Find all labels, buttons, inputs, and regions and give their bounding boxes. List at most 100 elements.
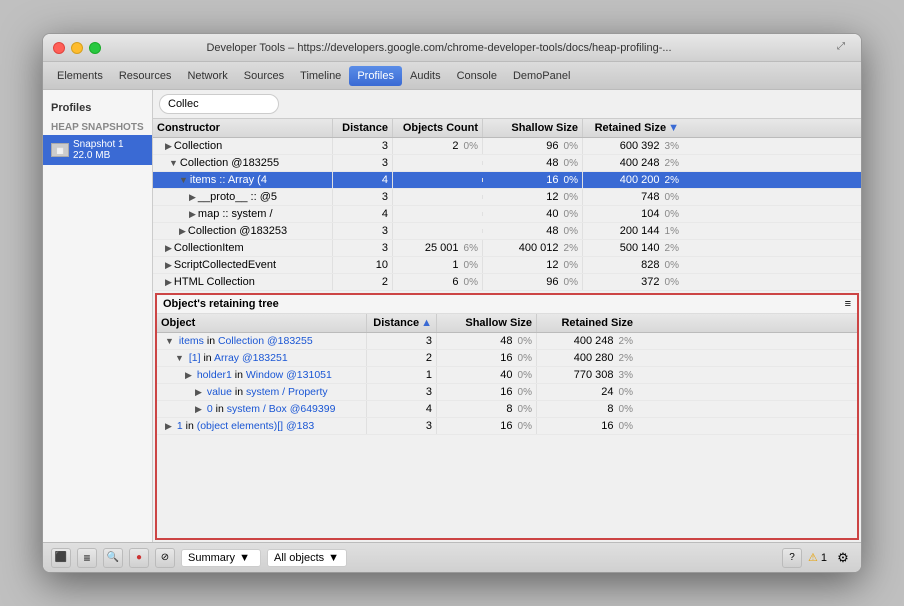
stack-button[interactable]: ≡: [77, 548, 97, 568]
row-distance: 3: [333, 223, 393, 239]
dock-button[interactable]: ⬛: [51, 548, 71, 568]
clear-button[interactable]: ⊘: [155, 548, 175, 568]
allobjects-dropdown[interactable]: All objects ▼: [267, 549, 347, 567]
row-objects: [393, 212, 483, 216]
row-retained: 828 0%: [583, 257, 683, 273]
expand-icon[interactable]: ▶: [179, 226, 186, 236]
nav-bar: Elements Resources Network Sources Timel…: [43, 62, 861, 90]
nav-demopanel[interactable]: DemoPanel: [505, 66, 578, 86]
header-retained[interactable]: Retained Size ▼: [583, 119, 683, 137]
row-objects: 6 0%: [393, 274, 483, 290]
table-row[interactable]: ▶Collection 3 2 0% 96 0% 600 392 3%: [153, 138, 861, 155]
expand-icon[interactable]: ▶: [189, 209, 196, 219]
row-constructor: ▼items :: Array (4: [153, 172, 333, 188]
expand-icon[interactable]: ⤢: [837, 41, 851, 55]
ret-row[interactable]: ▶ holder1 in Window @131051 1 40 0% 770 …: [157, 367, 857, 384]
clear-icon: ⊘: [161, 552, 169, 563]
expand-icon[interactable]: ▶: [165, 141, 172, 151]
ret-header-distance[interactable]: Distance ▲: [367, 314, 437, 332]
nav-resources[interactable]: Resources: [111, 66, 180, 86]
search-icon: 🔍: [107, 552, 119, 563]
row-constructor: ▶Collection @183253: [153, 223, 333, 239]
ret-cell-object: ▶ value in system / Property: [157, 384, 367, 400]
record-icon: ●: [136, 552, 142, 563]
row-retained: 400 248 2%: [583, 155, 683, 171]
ret-row[interactable]: ▶ 0 in system / Box @649399 4 8 0% 8 0%: [157, 401, 857, 418]
table-row[interactable]: ▶ScriptCollectedEvent 10 1 0% 12 0% 828 …: [153, 257, 861, 274]
row-shallow: 96 0%: [483, 138, 583, 154]
retaining-tree-menu[interactable]: ≡: [845, 298, 851, 310]
expand-icon[interactable]: ▼: [169, 158, 178, 168]
nav-audits[interactable]: Audits: [402, 66, 449, 86]
row-retained: 600 392 3%: [583, 138, 683, 154]
row-retained: 748 0%: [583, 189, 683, 205]
row-objects: [393, 195, 483, 199]
search-input[interactable]: [159, 94, 279, 114]
retaining-tree-header: Object's retaining tree ≡: [157, 295, 857, 314]
row-distance: 3: [333, 138, 393, 154]
table-row[interactable]: ▶Collection @183253 3 48 0% 200 144 1%: [153, 223, 861, 240]
summary-arrow: ▼: [239, 552, 250, 564]
ret-row[interactable]: ▼ [1] in Array @183251 2 16 0% 400 280 2…: [157, 350, 857, 367]
sidebar-item-snapshot1[interactable]: ▦ Snapshot 1 22.0 MB: [43, 135, 152, 165]
expand-icon[interactable]: ▶: [165, 277, 172, 287]
snapshot-icon: ▦: [51, 143, 69, 157]
table-row[interactable]: ▶map :: system / 4 40 0% 104 0%: [153, 206, 861, 223]
snapshot-label: Snapshot 1: [73, 139, 124, 150]
expand-icon[interactable]: ▶: [165, 243, 172, 253]
nav-sources[interactable]: Sources: [236, 66, 292, 86]
header-constructor: Constructor: [153, 119, 333, 137]
row-retained: 104 0%: [583, 206, 683, 222]
header-shallow[interactable]: Shallow Size: [483, 119, 583, 137]
help-button[interactable]: ?: [782, 548, 802, 568]
nav-elements[interactable]: Elements: [49, 66, 111, 86]
retaining-table-header: Object Distance ▲ Shallow Size Retained …: [157, 314, 857, 333]
summary-dropdown[interactable]: Summary ▼: [181, 549, 261, 567]
stack-icon: ≡: [83, 551, 90, 565]
expand-icon[interactable]: ▼: [179, 175, 188, 185]
summary-label: Summary: [188, 552, 235, 564]
ret-header-object: Object: [157, 314, 367, 332]
allobjects-arrow: ▼: [328, 552, 339, 564]
row-distance: 4: [333, 172, 393, 188]
header-distance[interactable]: Distance: [333, 119, 393, 137]
nav-timeline[interactable]: Timeline: [292, 66, 349, 86]
table-row[interactable]: ▶HTML Collection 2 6 0% 96 0% 372 0%: [153, 274, 861, 291]
ret-cell-object: ▼ [1] in Array @183251: [157, 350, 367, 366]
nav-console[interactable]: Console: [449, 66, 505, 86]
settings-button[interactable]: ⚙: [833, 548, 853, 568]
record-button[interactable]: ●: [129, 548, 149, 568]
ret-row[interactable]: ▼ items in Collection @183255 3 48 0% 40…: [157, 333, 857, 350]
search-button[interactable]: 🔍: [103, 548, 123, 568]
row-retained: 200 144 1%: [583, 223, 683, 239]
ret-row[interactable]: ▶ value in system / Property 3 16 0% 24 …: [157, 384, 857, 401]
row-constructor: ▶__proto__ :: @5: [153, 189, 333, 205]
expand-icon[interactable]: ▶: [189, 192, 196, 202]
warning-badge: ⚠ 1: [808, 551, 827, 564]
nav-network[interactable]: Network: [179, 66, 235, 86]
devtools-window: Developer Tools – https://developers.goo…: [42, 33, 862, 573]
title-bar: Developer Tools – https://developers.goo…: [43, 34, 861, 62]
content-area: Constructor Distance Objects Count Shall…: [153, 90, 861, 542]
row-constructor: ▶map :: system /: [153, 206, 333, 222]
row-constructor: ▶Collection: [153, 138, 333, 154]
row-retained: 500 140 2%: [583, 240, 683, 256]
row-objects: [393, 161, 483, 165]
ret-row[interactable]: ▶ 1 in (object elements)[] @183 3 16 0% …: [157, 418, 857, 435]
table-header: Constructor Distance Objects Count Shall…: [153, 119, 861, 138]
search-bar: [153, 90, 861, 119]
row-objects: [393, 229, 483, 233]
row-constructor: ▶HTML Collection: [153, 274, 333, 290]
table-row[interactable]: ▶CollectionItem 3 25 001 6% 400 012 2% 5…: [153, 240, 861, 257]
table-row[interactable]: ▼Collection @183255 3 48 0% 400 248 2%: [153, 155, 861, 172]
header-objects[interactable]: Objects Count: [393, 119, 483, 137]
table-row-items-array[interactable]: ▼items :: Array (4 4 16 0% 400 200 2%: [153, 172, 861, 189]
table-row[interactable]: ▶__proto__ :: @5 3 12 0% 748 0%: [153, 189, 861, 206]
main-area: Profiles HEAP SNAPSHOTS ▦ Snapshot 1 22.…: [43, 90, 861, 542]
status-bar: ⬛ ≡ 🔍 ● ⊘ Summary ▼ All objects ▼ ? ⚠ 1: [43, 542, 861, 572]
row-shallow: 400 012 2%: [483, 240, 583, 256]
sidebar-title: Profiles: [43, 98, 152, 118]
expand-icon[interactable]: ▶: [165, 260, 172, 270]
ret-header-shallow: Shallow Size: [437, 314, 537, 332]
nav-profiles[interactable]: Profiles: [349, 66, 402, 86]
